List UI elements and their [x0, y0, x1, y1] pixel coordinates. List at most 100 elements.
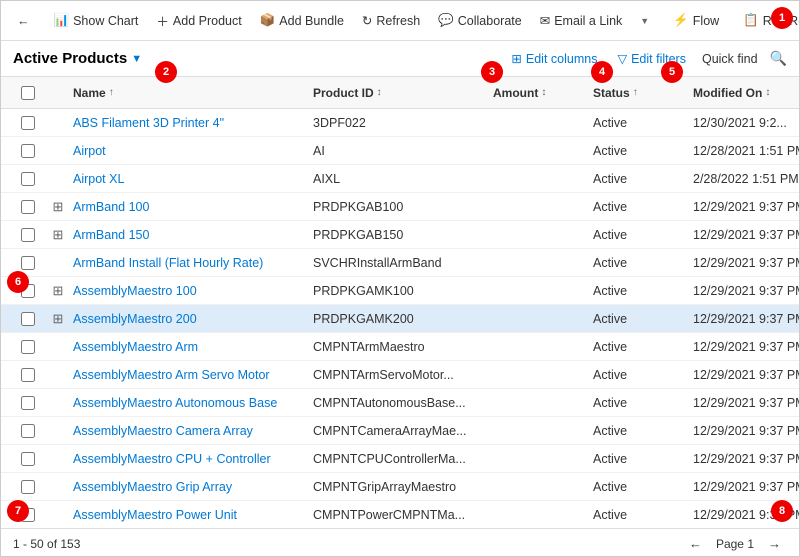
email-link-button[interactable]: ✉ Email a Link	[532, 9, 631, 32]
row-checkbox[interactable]	[21, 312, 35, 326]
row-modified: 12/29/2021 9:37 PM	[693, 256, 799, 270]
kit-icon: ⊞	[53, 283, 64, 299]
show-chart-button[interactable]: 📊 Show Chart	[46, 9, 147, 32]
collaborate-button[interactable]: 💬 Collaborate	[430, 9, 530, 32]
back-button[interactable]: ←	[9, 10, 38, 32]
row-modified: 12/29/2021 9:37 PM	[693, 452, 799, 466]
row-status: Active	[593, 228, 693, 242]
row-status: Active	[593, 172, 693, 186]
row-product-id: AI	[313, 144, 493, 158]
status-col-label: Status	[593, 86, 630, 100]
table-row: ⊞ ArmBand 150 PRDPKGAB150 Active 12/29/2…	[1, 221, 799, 249]
table-row: AssemblyMaestro Power Unit CMPNTPowerCMP…	[1, 501, 799, 528]
table-row: Airpot XL AIXL Active 2/28/2022 1:51 PM	[1, 165, 799, 193]
row-checkbox[interactable]	[21, 228, 35, 242]
row-modified: 12/29/2021 9:37 PM	[693, 228, 799, 242]
next-page-button[interactable]: →	[762, 534, 787, 553]
row-icon-cell: ⊞	[43, 227, 73, 243]
header-status[interactable]: Status ↑	[593, 86, 693, 100]
row-product-id: PRDPKGAMK200	[313, 312, 493, 326]
row-checkbox-cell	[13, 172, 43, 186]
row-checkbox[interactable]	[21, 116, 35, 130]
row-name-link[interactable]: AssemblyMaestro 100	[73, 284, 197, 298]
flow-button[interactable]: ⚡ Flow	[665, 9, 727, 32]
record-count: 1 - 50 of 153	[13, 537, 80, 551]
amount-col-label: Amount	[493, 86, 538, 100]
table-row: AssemblyMaestro Autonomous Base CMPNTAut…	[1, 389, 799, 417]
annotation-4: 4	[591, 61, 613, 83]
row-checkbox[interactable]	[21, 340, 35, 354]
row-name-link[interactable]: AssemblyMaestro 200	[73, 312, 197, 326]
row-name-link[interactable]: AssemblyMaestro CPU + Controller	[73, 452, 271, 466]
sub-toolbar-right: ⊞ Edit columns ▽ Edit filters Quick find…	[507, 49, 787, 68]
row-name-link[interactable]: AssemblyMaestro Power Unit	[73, 508, 237, 522]
columns-icon: ⊞	[511, 51, 521, 66]
collaborate-label: Collaborate	[458, 14, 522, 28]
row-checkbox[interactable]	[21, 368, 35, 382]
row-name: AssemblyMaestro CPU + Controller	[73, 452, 313, 466]
search-icon[interactable]: 🔍	[770, 50, 787, 67]
row-status: Active	[593, 312, 693, 326]
row-name: Airpot	[73, 144, 313, 158]
select-all-checkbox[interactable]	[21, 86, 35, 100]
chevron-down-icon: ▼	[640, 16, 649, 26]
row-status: Active	[593, 452, 693, 466]
amount-sort-icon: ↕	[541, 87, 546, 98]
table-row: ⊞ AssemblyMaestro 100 PRDPKGAMK100 Activ…	[1, 277, 799, 305]
row-modified: 2/28/2022 1:51 PM	[693, 172, 799, 186]
row-product-id: PRDPKGAB150	[313, 228, 493, 242]
row-name-link[interactable]: ABS Filament 3D Printer 4"	[73, 116, 224, 130]
row-name-link[interactable]: Airpot XL	[73, 172, 124, 186]
prev-page-button[interactable]: ←	[683, 534, 708, 553]
row-name-link[interactable]: Airpot	[73, 144, 106, 158]
row-modified: 12/29/2021 9:37 PM	[693, 424, 799, 438]
row-name-link[interactable]: AssemblyMaestro Grip Array	[73, 480, 232, 494]
add-bundle-button[interactable]: 📦 Add Bundle	[252, 9, 352, 32]
row-name: AssemblyMaestro Arm Servo Motor	[73, 368, 313, 382]
table-footer: 1 - 50 of 153 ← Page 1 →	[1, 528, 799, 557]
header-amount[interactable]: Amount ↕	[493, 86, 593, 100]
row-checkbox[interactable]	[21, 396, 35, 410]
header-name[interactable]: Name ↑	[73, 86, 313, 100]
header-product-id[interactable]: Product ID ↕	[313, 86, 493, 100]
toolbar: ← 📊 Show Chart ＋ Add Product 📦 Add Bundl…	[1, 1, 799, 41]
row-checkbox[interactable]	[21, 200, 35, 214]
row-name-link[interactable]: AssemblyMaestro Arm Servo Motor	[73, 368, 270, 382]
row-modified: 12/29/2021 9:37 PM	[693, 284, 799, 298]
table-header: Name ↑ Product ID ↕ Amount ↕ Status ↑ Mo…	[1, 77, 799, 109]
row-modified: 12/29/2021 9:37 PM	[693, 312, 799, 326]
show-chart-label: Show Chart	[73, 14, 138, 28]
row-name-link[interactable]: ArmBand 150	[73, 228, 149, 242]
annotation-3: 3	[481, 61, 503, 83]
add-product-button[interactable]: ＋ Add Product	[148, 7, 249, 34]
edit-columns-label: Edit columns	[526, 52, 598, 66]
header-modified-on[interactable]: Modified On ↕	[693, 86, 800, 100]
email-link-label: Email a Link	[554, 14, 622, 28]
row-status: Active	[593, 116, 693, 130]
chevron-email-button[interactable]: ▼	[632, 12, 657, 30]
row-checkbox[interactable]	[21, 452, 35, 466]
row-name-link[interactable]: AssemblyMaestro Arm	[73, 340, 198, 354]
edit-columns-button[interactable]: ⊞ Edit columns	[507, 49, 601, 68]
row-checkbox[interactable]	[21, 424, 35, 438]
row-checkbox[interactable]	[21, 172, 35, 186]
row-name-link[interactable]: ArmBand 100	[73, 200, 149, 214]
quick-find-label: Quick find	[702, 52, 758, 66]
back-icon: ←	[17, 14, 30, 28]
row-name-link[interactable]: ArmBand Install (Flat Hourly Rate)	[73, 256, 263, 270]
row-name: ArmBand Install (Flat Hourly Rate)	[73, 256, 313, 270]
table-row: ⊞ ArmBand 100 PRDPKGAB100 Active 12/29/2…	[1, 193, 799, 221]
row-name-link[interactable]: AssemblyMaestro Camera Array	[73, 424, 253, 438]
row-icon-cell: ⊞	[43, 311, 73, 327]
row-checkbox[interactable]	[21, 144, 35, 158]
refresh-button[interactable]: ↻ Refresh	[354, 9, 428, 32]
row-checkbox-cell	[13, 368, 43, 382]
title-chevron-icon[interactable]: ▼	[131, 53, 142, 65]
row-status: Active	[593, 200, 693, 214]
table-row: AssemblyMaestro Grip Array CMPNTGripArra…	[1, 473, 799, 501]
row-product-id: CMPNTArmServoMotor...	[313, 368, 493, 382]
row-checkbox-cell	[13, 312, 43, 326]
row-checkbox[interactable]	[21, 480, 35, 494]
row-checkbox[interactable]	[21, 256, 35, 270]
row-name-link[interactable]: AssemblyMaestro Autonomous Base	[73, 396, 277, 410]
